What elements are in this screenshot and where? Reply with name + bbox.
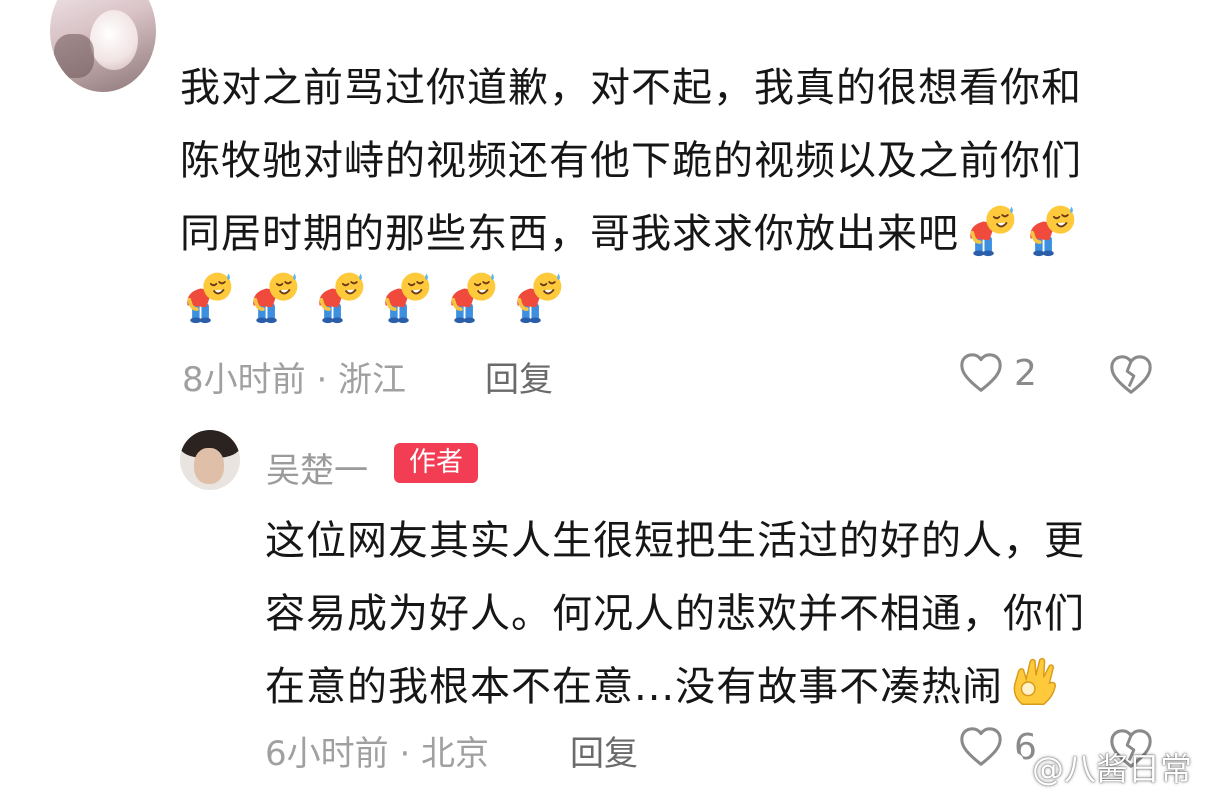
like-button[interactable]: 2 xyxy=(958,350,1037,396)
reply-button[interactable]: 回复 xyxy=(485,352,553,401)
avatar-face xyxy=(194,448,224,484)
weibo-logo-icon xyxy=(986,752,1025,784)
avatar-figure xyxy=(90,10,138,70)
watermark-text: @八酱日常 xyxy=(1031,750,1192,788)
reply-button[interactable]: 回复 xyxy=(570,726,638,775)
bowing-emoji-icon xyxy=(510,268,566,324)
bowing-emoji-icon xyxy=(246,268,302,324)
reply-line: 这位网友其实人生很短把生活过的好的人，更 xyxy=(265,518,1085,564)
reply-line: 容易成为好人。何况人的悲欢并不相通，你们 xyxy=(265,591,1085,637)
broken-heart-icon[interactable] xyxy=(1108,352,1154,398)
reply-meta: 6小时前 · 北京 xyxy=(265,734,490,774)
author-avatar[interactable] xyxy=(180,430,240,490)
comment-line-last: 同居时期的那些东西，哥我求求你放出来吧 xyxy=(180,198,1170,271)
emoji-row xyxy=(180,268,566,324)
bowing-emoji-icon xyxy=(444,268,500,324)
ok-hand-emoji-icon xyxy=(1005,654,1063,712)
reply-body: 这位网友其实人生很短把生活过的好的人，更 容易成为好人。何况人的悲欢并不相通，你… xyxy=(265,505,1165,724)
comment-line: 我对之前骂过你道歉，对不起，我真的很想看你和 xyxy=(180,65,1082,111)
avatar-shadow xyxy=(54,34,94,78)
heart-icon xyxy=(960,353,1002,392)
bowing-emoji-icon xyxy=(378,268,434,324)
commenter-avatar[interactable] xyxy=(50,0,156,92)
bowing-emoji-icon xyxy=(963,201,1019,257)
author-badge: 作者 xyxy=(394,443,478,483)
like-count: 2 xyxy=(1014,352,1037,394)
bowing-emoji-icon xyxy=(312,268,368,324)
comment-body: 我对之前骂过你道歉，对不起，我真的很想看你和 陈牧驰对峙的视频还有他下跪的视频以… xyxy=(180,52,1170,271)
comment-line: 陈牧驰对峙的视频还有他下跪的视频以及之前你们 xyxy=(180,138,1082,184)
comment-line-text: 同居时期的那些东西，哥我求求你放出来吧 xyxy=(180,211,959,257)
comment-meta: 8小时前 · 浙江 xyxy=(182,360,407,400)
bowing-emoji-icon xyxy=(1023,201,1079,257)
author-name[interactable]: 吴楚一 xyxy=(266,443,368,492)
reply-line-last: 在意的我根本不在意...没有故事不凑热闹 xyxy=(265,651,1165,724)
watermark: @八酱日常 xyxy=(986,744,1192,790)
bowing-emoji-icon xyxy=(180,268,236,324)
reply-line-text: 在意的我根本不在意...没有故事不凑热闹 xyxy=(265,664,1004,710)
